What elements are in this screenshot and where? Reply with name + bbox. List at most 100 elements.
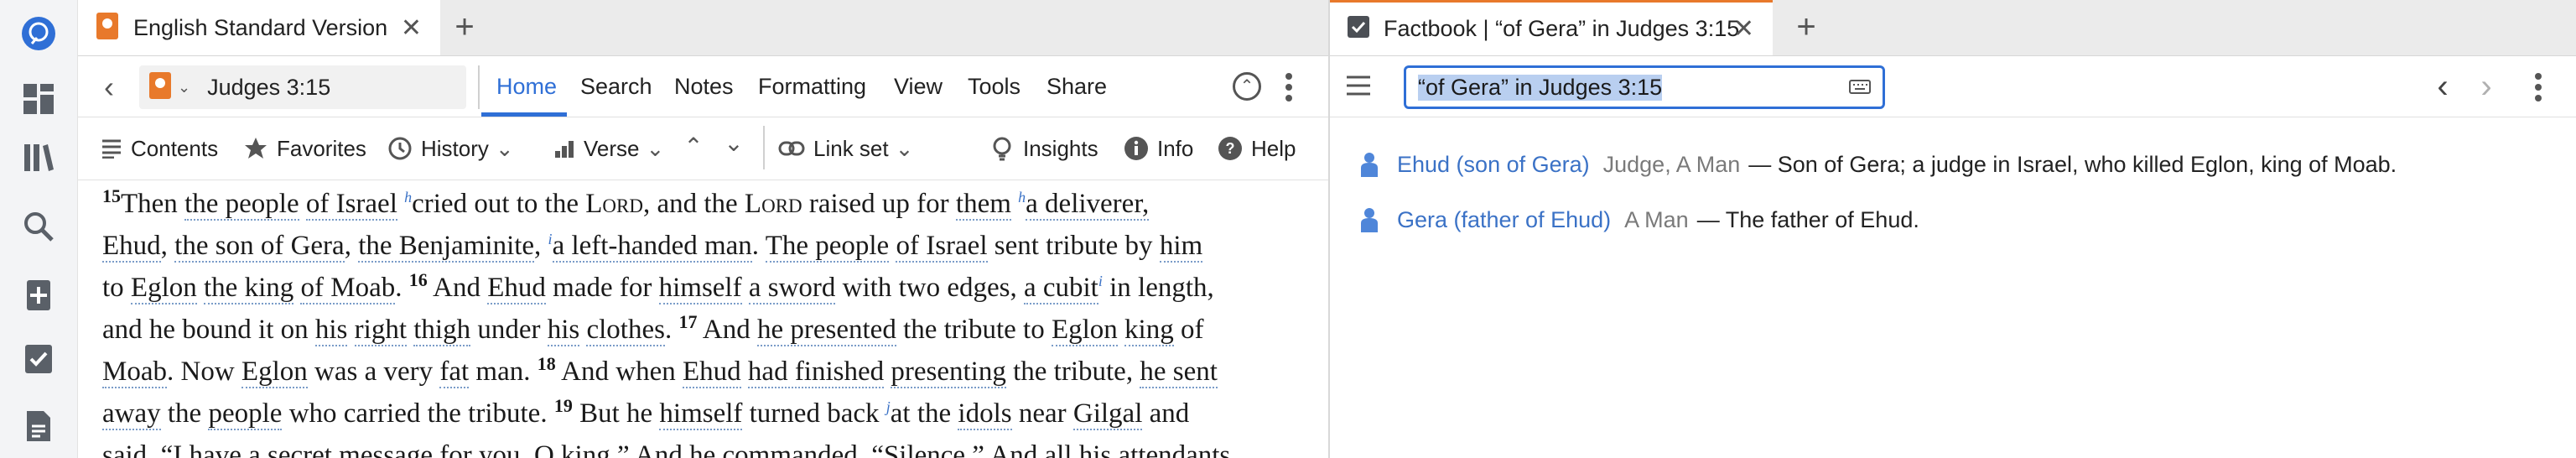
text-segment[interactable]: Eglon (241, 357, 308, 388)
menu-notes[interactable]: Notes (674, 56, 734, 117)
text-segment[interactable]: Eglon (130, 273, 197, 304)
more-menu-icon[interactable] (2534, 70, 2542, 104)
hamburger-menu-icon[interactable] (1345, 74, 1372, 97)
collapse-up-icon[interactable]: ⌃ (1233, 72, 1261, 101)
text-segment[interactable]: a deliverer, (1026, 189, 1150, 221)
text-segment[interactable]: a cubit (1023, 273, 1098, 304)
keyboard-icon[interactable] (1849, 78, 1871, 99)
text-segment[interactable]: the son of Gera (174, 231, 345, 263)
new-tab-button[interactable]: + (448, 10, 481, 44)
esv-book-icon (96, 12, 118, 44)
text-segment[interactable]: his (314, 315, 348, 346)
bible-text-line: Moab. Now Eglon was a very fat man. 18 A… (102, 351, 1280, 393)
reference-input[interactable]: Judges 3:15 (207, 75, 330, 101)
checklist-icon[interactable] (18, 339, 59, 379)
menu-view[interactable]: View (894, 56, 943, 117)
cross-reference-marker[interactable]: h (1018, 189, 1026, 206)
text-segment[interactable]: a left-handed man (552, 231, 752, 263)
bible-text[interactable]: 15Then the people of Israel hcried out t… (102, 183, 1280, 458)
search-value[interactable]: “of Gera” in Judges 3:15 (1418, 74, 1663, 101)
menu-formatting[interactable]: Formatting (758, 56, 866, 117)
fact-name-link[interactable]: Ehud (son of Gera) (1397, 152, 1590, 178)
text-segment: man. (469, 357, 538, 387)
link-icon (778, 141, 805, 156)
text-segment[interactable]: Eglon (1051, 315, 1118, 346)
contents-button[interactable]: Contents (101, 117, 218, 180)
previous-verse-icon[interactable]: ⌃ (681, 134, 706, 159)
document-icon[interactable] (18, 406, 59, 446)
library-icon[interactable] (18, 138, 59, 178)
fact-name-link[interactable]: Gera (father of Ehud) (1397, 207, 1611, 233)
text-segment: Lord (585, 189, 643, 219)
cross-reference-marker[interactable]: i (548, 231, 553, 247)
text-segment[interactable]: of Moab (300, 273, 396, 304)
text-segment[interactable]: a sword (748, 273, 836, 304)
insights-button[interactable]: Insights (989, 117, 1098, 180)
cross-reference-marker[interactable]: h (404, 189, 412, 206)
logos-icon[interactable] (18, 13, 59, 54)
text-segment[interactable]: him (1159, 231, 1203, 263)
text-segment[interactable]: Ehud (683, 357, 741, 388)
menu-tools[interactable]: Tools (968, 56, 1021, 117)
text-segment[interactable]: Ehud (487, 273, 546, 304)
text-segment[interactable]: Gilgal (1072, 398, 1143, 430)
text-segment[interactable]: idols (958, 398, 1012, 430)
text-segment[interactable]: right (354, 315, 407, 346)
text-segment[interactable]: thigh (413, 315, 471, 346)
search-icon[interactable] (18, 206, 59, 247)
text-segment (1118, 315, 1124, 345)
text-segment[interactable]: he sent (1140, 357, 1218, 388)
next-verse-icon[interactable]: ⌄ (721, 131, 746, 156)
forward-arrow-icon[interactable]: › (2474, 67, 2499, 106)
bible-text-line: away the people who carried the tribute.… (102, 393, 1280, 435)
text-segment[interactable]: had finished (747, 357, 885, 388)
text-segment[interactable]: king (1124, 315, 1174, 346)
new-tab-button[interactable]: + (1789, 10, 1823, 44)
text-segment[interactable]: of Israel (896, 231, 988, 263)
text-segment[interactable]: of Israel (305, 189, 397, 221)
text-segment[interactable]: clothes (586, 315, 665, 346)
text-segment: Then (121, 189, 185, 219)
text-segment[interactable]: fat (439, 357, 470, 388)
text-segment[interactable]: the king (204, 273, 294, 304)
info-button[interactable]: Info (1124, 117, 1193, 180)
text-segment[interactable]: The people (765, 231, 890, 263)
menu-search[interactable]: Search (580, 56, 652, 117)
text-segment[interactable]: himself (659, 398, 743, 430)
factbook-search-input[interactable]: “of Gera” in Judges 3:15 (1404, 65, 1885, 109)
close-icon[interactable]: ✕ (401, 13, 422, 43)
reference-box[interactable]: ⌄ Judges 3:15 (139, 65, 466, 109)
text-segment[interactable]: the people (184, 189, 299, 221)
chevron-down-icon[interactable]: ⌄ (178, 79, 190, 96)
help-button[interactable]: ? Help (1218, 117, 1296, 180)
tab-english-standard-version[interactable]: English Standard Version ✕ (78, 0, 440, 55)
history-button[interactable]: History ⌄ (387, 117, 514, 180)
text-segment[interactable]: presenting (891, 357, 1006, 388)
dashboard-icon[interactable] (18, 79, 59, 119)
text-segment[interactable]: them (955, 189, 1011, 221)
link-set-button[interactable]: Link set ⌄ (778, 117, 913, 180)
text-segment[interactable]: himself (658, 273, 742, 304)
verse-button[interactable]: Verse ⌄ (553, 117, 664, 180)
resource-icon[interactable] (149, 71, 171, 103)
text-segment: And when (555, 357, 683, 387)
text-segment[interactable]: the Benjaminite (358, 231, 535, 263)
text-segment[interactable]: his (547, 315, 580, 346)
back-button[interactable]: ‹ (92, 69, 126, 106)
tab-factbook[interactable]: Factbook | “of Gera” in Judges 3:15 ✕ (1330, 0, 1773, 55)
text-segment: said, “I have a secret message for you, … (102, 440, 1231, 458)
fact-item[interactable]: Ehud (son of Gera) Judge, A Man — Son of… (1360, 148, 2397, 181)
menu-home[interactable]: Home (496, 56, 557, 117)
favorites-button[interactable]: Favorites (243, 117, 366, 180)
text-segment[interactable]: Ehud (102, 231, 161, 263)
menu-share[interactable]: Share (1046, 56, 1107, 117)
back-arrow-icon[interactable]: ‹ (2430, 67, 2455, 106)
text-segment[interactable]: Moab (102, 357, 167, 388)
close-icon[interactable]: ✕ (1733, 14, 1754, 44)
text-segment[interactable]: people (208, 398, 283, 430)
text-segment[interactable]: he presented (756, 315, 896, 346)
add-note-icon[interactable] (18, 275, 59, 315)
fact-item[interactable]: Gera (father of Ehud) A Man — The father… (1360, 203, 1919, 237)
text-segment[interactable]: away (102, 398, 161, 430)
more-menu-icon[interactable] (1285, 70, 1293, 104)
